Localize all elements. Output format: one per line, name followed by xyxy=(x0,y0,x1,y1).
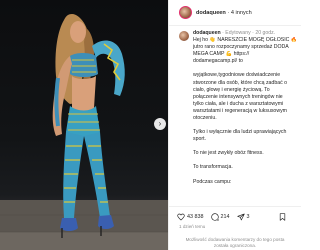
post-header: dodaqueen · 4 innych xyxy=(169,0,301,26)
author-username[interactable]: dodaqueen xyxy=(196,10,226,16)
chevron-right-icon: › xyxy=(158,119,162,128)
comments-restricted-notice: Możliwość dodawania komentarzy do tego p… xyxy=(185,237,285,248)
caption-line: jutro rano rozpoczynamy sprzedaż DODA xyxy=(193,44,289,51)
caption-line: MEGA CAMP 💪 https:// xyxy=(193,51,250,58)
like-count: 43 838 xyxy=(187,214,204,220)
caption-line: To nie jest zwykły obóz fitness. xyxy=(193,150,264,157)
caption-line: To transformacja. xyxy=(193,164,233,171)
caption-link[interactable]: dodamegacamp.pl/ to xyxy=(193,58,299,65)
caption-line: połączenie intensywnych treningów nie xyxy=(193,93,283,100)
caption-line: stworzone dla osób, które chcą zadbać o xyxy=(193,79,288,86)
post-date[interactable]: 1 dzień temu xyxy=(179,224,205,229)
comment-count: 214 xyxy=(220,214,230,220)
like-button[interactable]: 43 838 xyxy=(177,213,204,221)
edited-label: Edytowany xyxy=(225,30,251,36)
post-sidebar: dodaqueen · 4 innych dodaqueen · Edytowa… xyxy=(168,0,301,250)
collaborators-link[interactable]: 4 innych xyxy=(231,10,252,16)
caption-author-avatar[interactable] xyxy=(179,31,189,41)
post-caption: dodaqueen · Edytowany · 20 godz. Hej ho … xyxy=(179,30,299,206)
comment-button[interactable]: 214 xyxy=(210,213,230,221)
caption-username[interactable]: dodaqueen xyxy=(193,30,221,36)
share-icon xyxy=(236,213,245,221)
comment-icon xyxy=(210,213,219,221)
heart-icon xyxy=(177,213,185,221)
post-photo[interactable]: › xyxy=(0,0,168,250)
author-avatar[interactable] xyxy=(179,6,192,19)
caption-line: warsztatami i regeneracją w luksusowym xyxy=(193,107,287,114)
share-button[interactable]: 3 xyxy=(236,213,250,221)
caption-line: wyjątkowe,tygodniowe doświadczenie xyxy=(193,72,281,79)
caption-line: sport. xyxy=(193,136,206,143)
post-age: 20 godz. xyxy=(255,30,276,36)
caption-line: otoczeniu. xyxy=(193,115,217,122)
post-actions: 43 838 214 3 1 dzień temu Możliwość doda… xyxy=(169,206,301,250)
caption-line: Podczas campu: xyxy=(193,178,232,185)
share-count: 3 xyxy=(246,214,250,220)
bookmark-icon xyxy=(279,213,286,221)
caption-body: dodaqueen · Edytowany · 20 godz. Hej ho … xyxy=(193,30,299,185)
header-separator: · xyxy=(227,9,230,16)
save-button[interactable] xyxy=(279,213,288,221)
caption-line: Hej ho 👋 NARESZCIE MOGĘ OGŁOSIĆ 🔥 xyxy=(193,37,298,44)
woman-in-patterned-outfit-image xyxy=(0,14,168,250)
post-author-line: dodaqueen · 4 innych xyxy=(196,10,252,16)
caption-line: tylko ciała, ale i ducha z warsztatowymi xyxy=(193,100,284,107)
instagram-post: › dodaqueen · 4 innych dodaqueen · Edyto… xyxy=(0,0,301,250)
caption-line: Tylko i wyłącznie dla ludzi uprawiającyc… xyxy=(193,129,287,136)
caption-line: ciało, głowę i energię życiową. To xyxy=(193,86,270,93)
next-photo-button[interactable]: › xyxy=(154,118,166,130)
